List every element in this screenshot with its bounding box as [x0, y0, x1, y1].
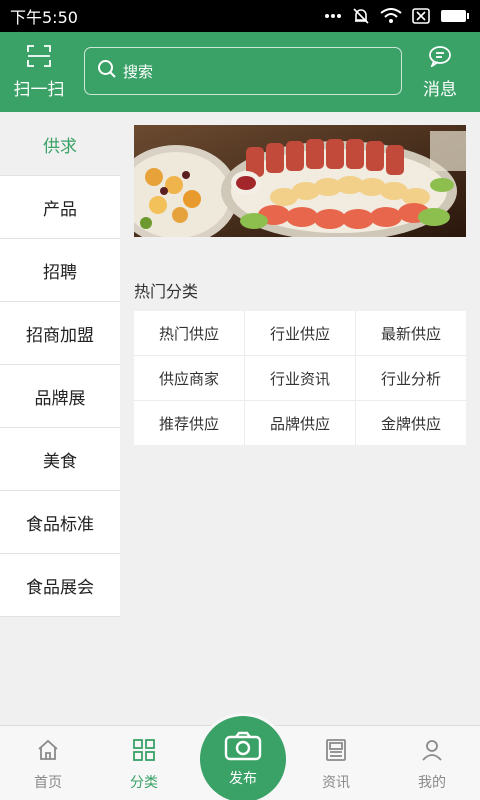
- wifi-icon: [380, 8, 402, 24]
- status-time: 下午5:50: [10, 8, 78, 27]
- top-header: 扫一扫 搜索 消息: [0, 32, 480, 112]
- search-icon: [97, 59, 117, 83]
- section-title-hot-categories: 热门分类: [134, 282, 199, 301]
- category-sidebar: 供求 产品 招聘 招商加盟 品牌展 美食 食品标准 食品展会: [0, 113, 120, 617]
- publish-label: 发布: [229, 770, 257, 787]
- category-cell[interactable]: 热门供应: [134, 311, 244, 355]
- sidebar-item-food[interactable]: 美食: [0, 428, 120, 491]
- sidebar-item-food-standards[interactable]: 食品标准: [0, 491, 120, 554]
- sidebar-item-franchise[interactable]: 招商加盟: [0, 302, 120, 365]
- sidebar-item-brand-show[interactable]: 品牌展: [0, 365, 120, 428]
- chat-bubble-icon: [428, 45, 452, 71]
- nav-mine-label: 我的: [418, 775, 446, 791]
- message-button[interactable]: 消息: [400, 32, 480, 112]
- nav-news-label: 资讯: [322, 775, 350, 791]
- category-cell[interactable]: 供应商家: [134, 356, 244, 400]
- nav-home[interactable]: 首页: [0, 726, 96, 800]
- nav-category-label: 分类: [130, 775, 158, 791]
- category-cell[interactable]: 行业供应: [245, 311, 355, 355]
- sidebar-item-food-expo[interactable]: 食品展会: [0, 554, 120, 617]
- scan-button[interactable]: 扫一扫: [0, 44, 78, 100]
- battery-icon: [440, 8, 470, 24]
- message-label: 消息: [423, 79, 457, 100]
- category-cell[interactable]: 推荐供应: [134, 401, 244, 445]
- scan-label: 扫一扫: [13, 79, 65, 100]
- grid-icon: [132, 738, 156, 766]
- no-sim-icon: [412, 8, 430, 24]
- category-cell[interactable]: 行业分析: [356, 356, 466, 400]
- banner-image[interactable]: [134, 125, 466, 237]
- category-cell[interactable]: 金牌供应: [356, 401, 466, 445]
- more-dots-icon: [324, 13, 342, 19]
- category-cell[interactable]: 最新供应: [356, 311, 466, 355]
- nav-home-label: 首页: [34, 775, 62, 791]
- sidebar-item-products[interactable]: 产品: [0, 176, 120, 239]
- home-icon: [36, 738, 60, 766]
- publish-button[interactable]: 发布: [200, 716, 286, 800]
- sidebar-item-recruitment[interactable]: 招聘: [0, 239, 120, 302]
- nav-category[interactable]: 分类: [96, 726, 192, 800]
- status-bar: 下午5:50: [0, 0, 480, 32]
- mute-bell-icon: [352, 7, 370, 25]
- hot-category-grid: 热门供应 行业供应 最新供应 供应商家 行业资讯 行业分析 推荐供应 品牌供应 …: [134, 311, 466, 445]
- scan-icon: [27, 44, 51, 71]
- user-icon: [420, 738, 444, 766]
- news-icon: [324, 738, 348, 766]
- camera-icon: [224, 731, 262, 765]
- search-placeholder: 搜索: [123, 62, 154, 81]
- sidebar-item-supply-demand[interactable]: 供求: [0, 113, 120, 176]
- status-icons: [324, 7, 470, 25]
- nav-mine[interactable]: 我的: [384, 726, 480, 800]
- category-cell[interactable]: 行业资讯: [245, 356, 355, 400]
- search-input[interactable]: 搜索: [84, 47, 402, 95]
- category-cell[interactable]: 品牌供应: [245, 401, 355, 445]
- nav-news[interactable]: 资讯: [288, 726, 384, 800]
